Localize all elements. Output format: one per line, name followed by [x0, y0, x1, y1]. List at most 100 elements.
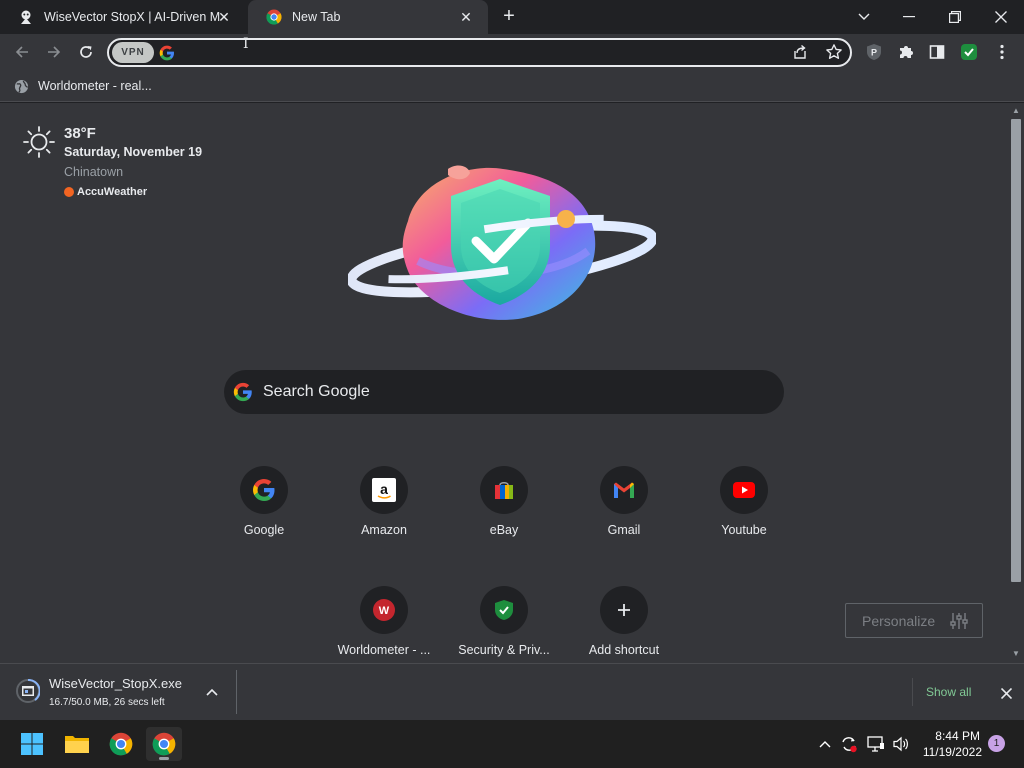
share-icon[interactable] — [792, 44, 808, 65]
ebay-icon — [480, 466, 528, 514]
svg-text:W: W — [379, 605, 390, 617]
shortcut-worldometer[interactable]: W Worldometer - ... — [328, 586, 440, 663]
svg-text:P: P — [871, 48, 877, 58]
download-filename[interactable]: WiseVector_StopX.exe — [49, 676, 182, 691]
notification-badge[interactable]: 1 — [988, 735, 1005, 752]
gmail-icon — [600, 466, 648, 514]
minimize-button[interactable] — [886, 0, 932, 34]
side-panel-icon[interactable] — [924, 39, 950, 65]
text-cursor-icon: I — [243, 36, 249, 52]
download-divider — [236, 670, 237, 714]
clock-date[interactable]: 11/19/2022 — [922, 745, 982, 759]
shortcut-security-privacy[interactable]: Security & Priv... — [448, 586, 560, 663]
shortcut-google[interactable]: Google — [208, 466, 320, 562]
youtube-icon — [720, 466, 768, 514]
weather-temperature: 38°F — [64, 125, 96, 142]
shortcut-label: Google — [243, 523, 285, 537]
show-all-downloads-link[interactable]: Show all — [926, 685, 971, 699]
extensions-puzzle-icon[interactable] — [893, 39, 919, 65]
windows-taskbar: 8:44 PM 11/19/2022 1 — [0, 720, 1024, 768]
tab-new-tab[interactable]: New Tab ✕ — [248, 0, 488, 34]
personalize-button[interactable]: Personalize — [845, 603, 983, 638]
sun-icon — [23, 126, 55, 158]
shortcut-ebay[interactable]: eBay — [448, 466, 560, 562]
google-icon — [159, 45, 175, 61]
extension-p-icon[interactable]: P — [861, 39, 887, 65]
shortcut-label: Add shortcut — [588, 643, 660, 657]
tray-overflow-chevron-icon[interactable] — [815, 734, 835, 754]
tab-strip: WiseVector StopX | AI-Driven Ma ✕ New Ta… — [0, 0, 1024, 34]
shortcut-label: Security & Priv... — [458, 643, 550, 657]
download-options-chevron-icon[interactable] — [202, 682, 222, 702]
close-tab-icon[interactable]: ✕ — [458, 9, 474, 25]
bookmark-worldometer[interactable]: Worldometer - real... — [14, 76, 152, 96]
clock-time[interactable]: 8:44 PM — [930, 729, 980, 743]
scroll-thumb[interactable] — [1011, 119, 1021, 582]
shortcut-amazon[interactable]: a Amazon — [328, 466, 440, 562]
shortcut-gmail[interactable]: Gmail — [568, 466, 680, 562]
download-status: 16.7/50.0 MB, 26 secs left — [49, 697, 165, 708]
personalize-label: Personalize — [862, 612, 936, 629]
amazon-icon: a — [360, 466, 408, 514]
close-download-shelf-icon[interactable] — [996, 683, 1016, 703]
bookmark-label: Worldometer - real... — [38, 79, 152, 93]
forward-button[interactable] — [41, 39, 67, 65]
bookmarks-bar: Worldometer - real... — [0, 70, 1024, 102]
reload-button[interactable] — [73, 39, 99, 65]
weather-source-label: AccuWeather — [77, 186, 148, 198]
windows-start-icon[interactable] — [14, 727, 50, 761]
tab-wisevector[interactable]: WiseVector StopX | AI-Driven Ma ✕ — [0, 0, 246, 34]
restore-button[interactable] — [932, 0, 978, 34]
sync-alert-icon[interactable] — [839, 734, 859, 754]
toolbar: VPN P — [0, 34, 1024, 70]
shortcut-label: Worldometer - ... — [337, 643, 431, 657]
download-divider — [912, 678, 913, 706]
shortcut-label: Gmail — [607, 523, 641, 537]
menu-kebab-icon[interactable] — [989, 39, 1015, 65]
shortcut-label: eBay — [489, 523, 519, 537]
page-scrollbar[interactable]: ▲ ▼ — [1007, 103, 1024, 663]
address-bar[interactable]: VPN — [107, 38, 852, 67]
close-window-button[interactable] — [978, 0, 1024, 34]
search-placeholder: Search Google — [263, 383, 370, 400]
address-input[interactable] — [183, 43, 743, 62]
worldometer-icon: W — [360, 586, 408, 634]
google-icon — [233, 382, 253, 402]
security-planet-illustration — [348, 165, 656, 320]
google-search-box[interactable]: Search Google — [224, 370, 784, 414]
weather-date: Saturday, November 19 — [64, 145, 203, 159]
exe-file-icon — [16, 679, 40, 703]
tab-search-chevron-icon[interactable] — [841, 0, 887, 34]
shortcut-label: Amazon — [361, 523, 407, 537]
sliders-icon — [950, 612, 968, 633]
accuweather-icon — [64, 187, 74, 197]
new-tab-button[interactable]: + — [497, 6, 521, 28]
chrome-taskbar-icon[interactable] — [103, 727, 139, 761]
chrome-icon — [266, 9, 282, 25]
weather-source-link[interactable]: AccuWeather — [64, 186, 147, 198]
add-shortcut-button[interactable]: Add shortcut — [568, 586, 680, 663]
tab-title: New Tab — [292, 10, 341, 24]
shortcut-label: Youtube — [721, 523, 767, 537]
close-tab-icon[interactable]: ✕ — [216, 9, 232, 25]
plus-icon — [600, 586, 648, 634]
new-tab-page: 38°F Saturday, November 19 Chinatown Acc… — [0, 103, 1007, 663]
wisevector-shield-icon[interactable] — [956, 39, 982, 65]
scroll-up-arrow-icon[interactable]: ▲ — [1011, 106, 1021, 116]
scroll-down-arrow-icon[interactable]: ▼ — [1011, 649, 1021, 659]
tab-title: WiseVector StopX | AI-Driven Ma — [44, 10, 220, 24]
back-button[interactable] — [9, 39, 35, 65]
bookmark-star-icon[interactable] — [825, 43, 843, 66]
chrome-beta-taskbar-icon[interactable] — [146, 727, 182, 761]
vpn-badge[interactable]: VPN — [112, 42, 154, 63]
active-indicator — [159, 757, 169, 760]
globe-icon — [14, 79, 29, 94]
file-explorer-icon[interactable] — [59, 727, 95, 761]
google-icon — [240, 466, 288, 514]
shortcut-youtube[interactable]: Youtube — [688, 466, 800, 562]
volume-icon[interactable] — [891, 734, 911, 754]
shield-check-icon — [480, 586, 528, 634]
network-monitor-icon[interactable] — [866, 734, 886, 754]
weather-location: Chinatown — [64, 165, 124, 179]
svg-text:a: a — [380, 481, 388, 497]
